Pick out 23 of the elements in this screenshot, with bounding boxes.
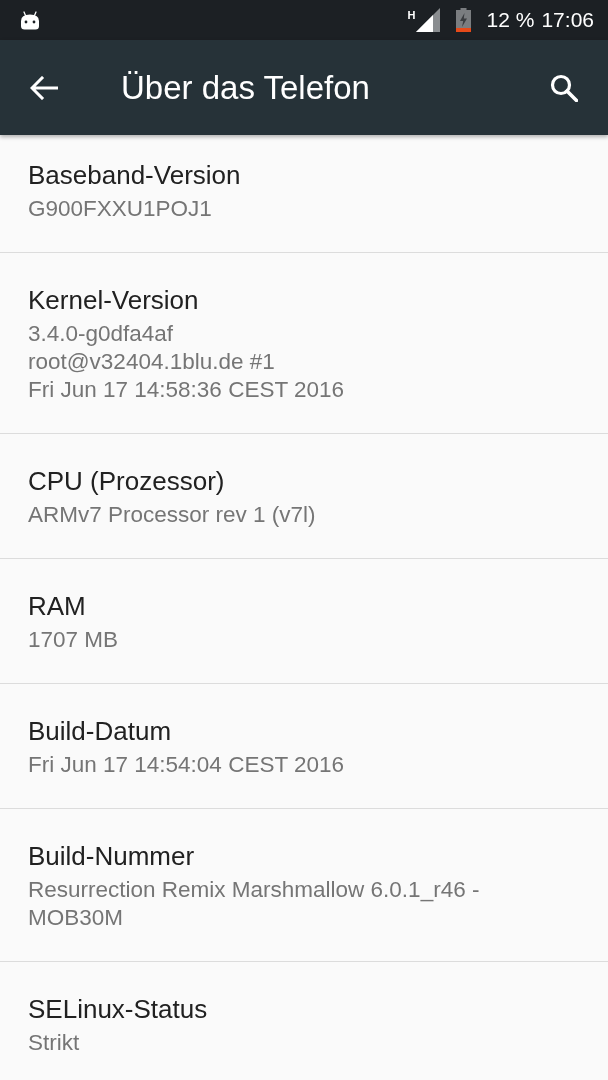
item-summary: 1707 MB <box>28 626 119 654</box>
item-title: Build-Nummer <box>28 840 195 872</box>
item-summary: ARMv7 Processor rev 1 (v7l) <box>28 501 316 529</box>
item-summary: Fri Jun 17 14:54:04 CEST 2016 <box>28 751 345 779</box>
network-type-text: H <box>407 9 416 21</box>
item-title: RAM <box>28 590 86 622</box>
battery-icon <box>455 8 471 32</box>
item-summary: 3.4.0-g0dfa4af root@v32404.1blu.de #1 Fri Jun 17 14:58:36 CEST 2016 <box>28 320 345 404</box>
item-title: SELinux-Status <box>28 993 208 1025</box>
screen-title: Über das Telefon <box>121 67 371 108</box>
signal-icon <box>415 8 440 32</box>
battery-percent-text: 12 % <box>486 8 535 32</box>
item-title: Kernel-Version <box>28 284 199 316</box>
item-title: Baseband-Version <box>28 159 241 191</box>
search-icon <box>550 73 578 102</box>
item-summary: G900FXXU1POJ1 <box>28 195 212 223</box>
robot-icon <box>20 10 40 30</box>
item-title: Build-Datum <box>28 715 172 747</box>
item-title: CPU (Prozessor) <box>28 465 225 497</box>
item-summary: Resurrection Remix Marshmallow 6.0.1_r46 - MOB30M <box>28 876 481 932</box>
back-arrow-icon <box>30 75 58 100</box>
item-summary: Strikt <box>28 1029 80 1057</box>
clock-text: 17:06 <box>541 8 594 32</box>
